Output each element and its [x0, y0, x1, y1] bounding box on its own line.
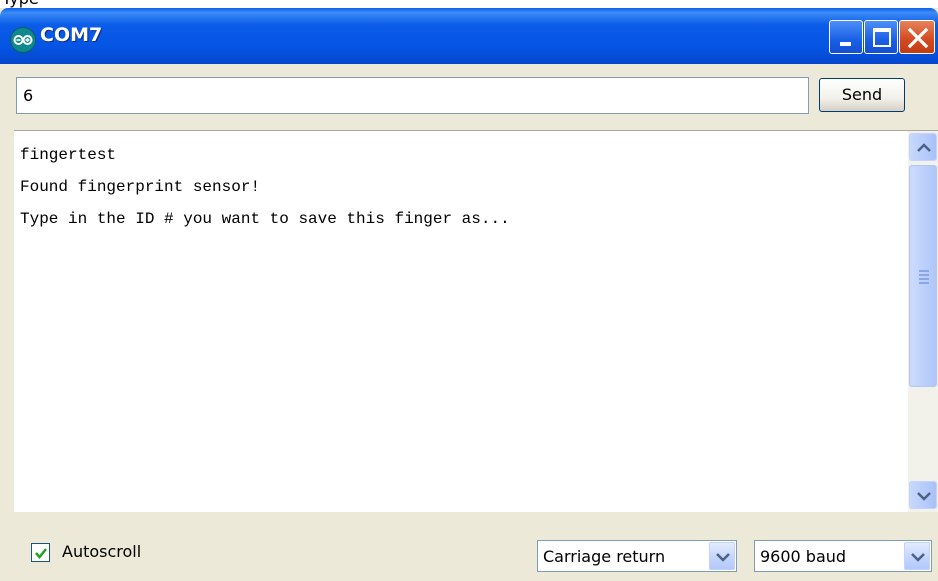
scroll-down-button[interactable]: [909, 481, 937, 509]
grip-line: [919, 274, 929, 276]
baud-rate-select[interactable]: 9600 baud: [754, 540, 932, 572]
send-button[interactable]: Send: [819, 78, 905, 112]
chevron-down-icon: [716, 553, 730, 562]
scroll-up-button[interactable]: [909, 133, 937, 161]
output-line: Found fingerprint sensor!: [20, 178, 261, 196]
send-toolbar: Send: [0, 64, 938, 130]
close-button[interactable]: [899, 20, 935, 54]
serial-output-panel[interactable]: fingertest Found fingerprint sensor! Type …: [14, 130, 938, 513]
line-ending-select[interactable]: Carriage return: [537, 540, 737, 572]
serial-input-field[interactable]: [16, 77, 809, 114]
clipped-background-text: Type: [0, 0, 938, 8]
minimize-icon: [840, 42, 851, 46]
dropdown-button[interactable]: [904, 542, 930, 570]
status-bar: Autoscroll Carriage return 9600 baud: [0, 512, 938, 573]
baud-rate-value: 9600 baud: [760, 547, 847, 566]
autoscroll-checkbox[interactable]: [31, 543, 50, 562]
title-bar[interactable]: COM7: [0, 8, 938, 64]
grip-line: [919, 282, 929, 284]
chevron-down-icon: [911, 553, 925, 562]
grip-line: [919, 270, 929, 272]
maximize-button[interactable]: [864, 20, 898, 54]
close-icon: [907, 27, 929, 49]
line-ending-value: Carriage return: [543, 547, 666, 566]
autoscroll-label[interactable]: Autoscroll: [62, 542, 141, 561]
arduino-icon: [10, 27, 36, 53]
output-line: fingertest: [20, 146, 117, 164]
output-text: fingertest Found fingerprint sensor! Type …: [20, 139, 900, 235]
dropdown-button[interactable]: [709, 542, 735, 570]
chevron-down-icon: [917, 492, 931, 501]
chevron-up-icon: [917, 143, 931, 152]
output-line: Type in the ID # you want to save this f…: [20, 210, 510, 228]
clipped-text: Type: [2, 0, 39, 8]
checkmark-icon: [35, 548, 47, 559]
window-title: COM7: [40, 24, 103, 46]
grip-line: [919, 278, 929, 280]
scroll-thumb[interactable]: [909, 165, 937, 387]
minimize-button[interactable]: [829, 20, 863, 54]
maximize-icon: [873, 28, 891, 47]
vertical-scrollbar[interactable]: [908, 131, 938, 512]
